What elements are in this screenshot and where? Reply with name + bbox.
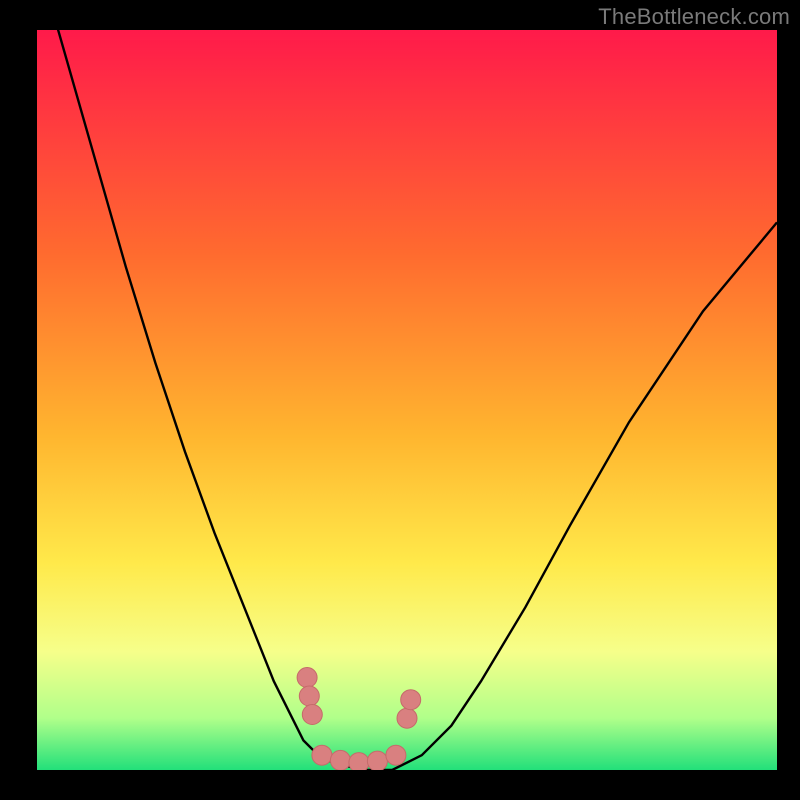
curve-marker [330,750,350,770]
curve-marker [312,745,332,765]
curve-marker [302,705,322,725]
watermark-text: TheBottleneck.com [598,4,790,30]
curve-marker [401,690,421,710]
curve-marker [299,686,319,706]
bottleneck-chart [0,0,800,800]
curve-marker [297,668,317,688]
curve-marker [349,753,369,773]
curve-marker [367,751,387,771]
curve-marker [397,708,417,728]
gradient-plot-area [37,30,777,770]
curve-marker [386,745,406,765]
